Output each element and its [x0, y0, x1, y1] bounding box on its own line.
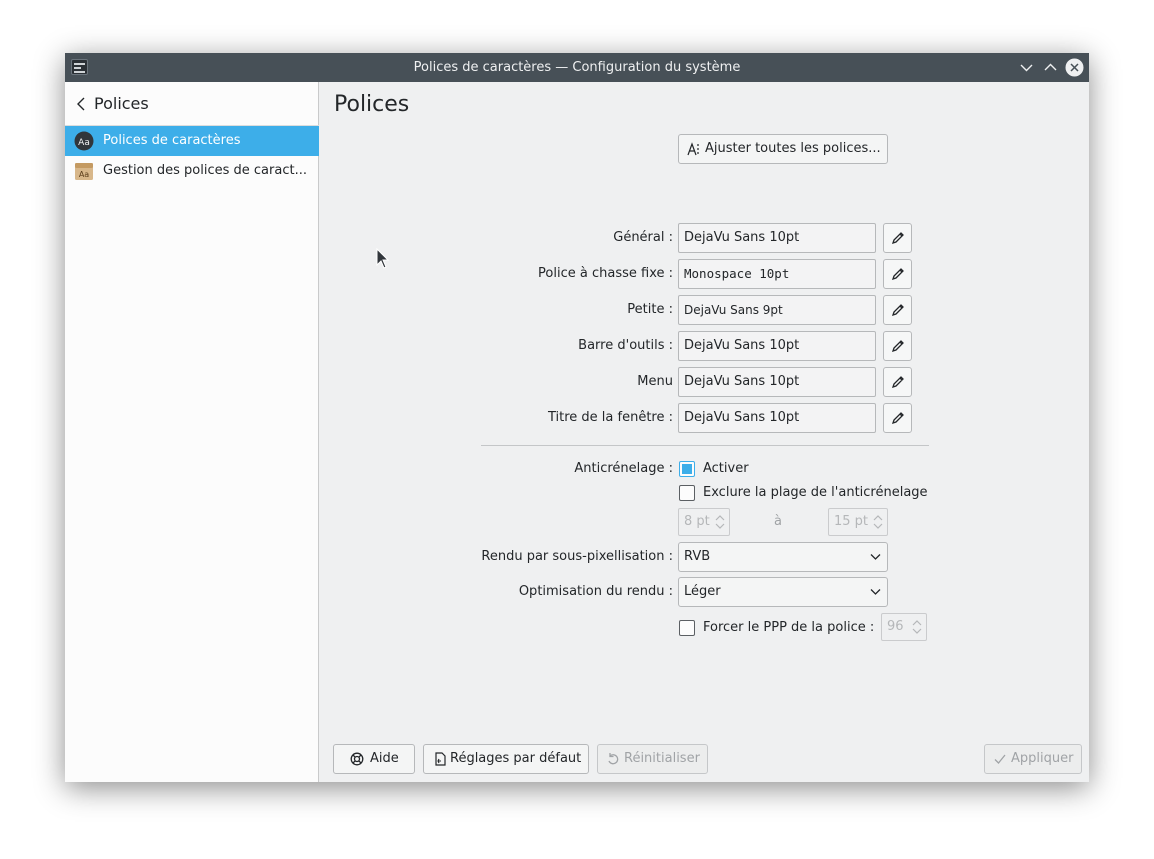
svg-text:Aa: Aa [79, 170, 89, 179]
antialiasing-enable-checkbox[interactable] [679, 461, 695, 477]
separator [481, 445, 929, 446]
sidebar-header[interactable]: Polices [65, 82, 319, 126]
lifebuoy-icon [350, 752, 364, 766]
spin-arrows-icon [912, 620, 922, 634]
pencil-icon [891, 304, 904, 317]
hinting-select[interactable]: Léger [678, 577, 888, 607]
exclude-range-label[interactable]: Exclure la plage de l'anticrénelage [703, 485, 928, 500]
adjust-all-fonts-button[interactable]: Ajuster toutes les polices... [678, 134, 888, 164]
chevron-down-icon [870, 554, 881, 560]
document-revert-icon [435, 752, 446, 766]
chevron-up-icon [1044, 63, 1057, 71]
window-title-font-field: DejaVu Sans 10pt [678, 403, 876, 433]
menu-font-label: Menu [637, 374, 673, 389]
chevron-down-icon [1020, 64, 1033, 72]
main-content: Polices Ajuster toutes les polices... Gé… [320, 82, 1089, 782]
antialiasing-enable-label[interactable]: Activer [703, 461, 749, 476]
small-font-label: Petite : [627, 302, 673, 317]
force-dpi-checkbox[interactable] [679, 620, 695, 636]
help-button[interactable]: Aide [333, 744, 415, 774]
window-title-font-edit-button[interactable] [883, 403, 912, 433]
range-from-spinbox[interactable]: 8 pt [678, 508, 730, 536]
small-font-edit-button[interactable] [883, 295, 912, 325]
font-adjust-icon [687, 142, 699, 156]
subpixel-select[interactable]: RVB [678, 542, 888, 572]
force-dpi-spinbox[interactable]: 96 [881, 613, 927, 641]
defaults-button[interactable]: Réglages par défaut [423, 744, 589, 774]
window-title: Polices de caractères — Configuration du… [413, 60, 741, 75]
close-button[interactable] [1065, 58, 1084, 77]
small-font-field: DejaVu Sans 9pt [678, 295, 876, 325]
toolbar-font-edit-button[interactable] [883, 331, 912, 361]
menu-font-edit-button[interactable] [883, 367, 912, 397]
general-font-field: DejaVu Sans 10pt [678, 223, 876, 253]
force-dpi-label[interactable]: Forcer le PPP de la police : [703, 620, 874, 635]
sidebar-item-label: Polices de caractères [103, 133, 241, 148]
range-to-spinbox[interactable]: 15 pt [828, 508, 888, 536]
general-font-label: Général : [613, 230, 673, 245]
checkmark-icon [994, 754, 1006, 764]
fixed-width-font-field: Monospace 10pt [678, 259, 876, 289]
general-font-edit-button[interactable] [883, 223, 912, 253]
spin-arrows-icon [715, 515, 725, 529]
exclude-range-checkbox[interactable] [679, 485, 695, 501]
chevron-down-icon [870, 589, 881, 595]
undo-icon [608, 753, 619, 765]
svg-text:Aa: Aa [78, 138, 90, 148]
sidebar: Polices Aa Polices de caractères Aa Gest… [65, 82, 319, 782]
chevron-left-icon[interactable] [75, 96, 87, 112]
sidebar-item-fonts[interactable]: Aa Polices de caractères [65, 126, 319, 156]
mouse-cursor-icon [376, 248, 390, 269]
sidebar-item-font-management[interactable]: Aa Gestion des polices de caract... [65, 156, 319, 186]
pencil-icon [891, 412, 904, 425]
minimize-button[interactable] [1017, 58, 1036, 77]
toolbar-font-field: DejaVu Sans 10pt [678, 331, 876, 361]
fixed-width-font-label: Police à chasse fixe : [538, 266, 673, 281]
pencil-icon [891, 232, 904, 245]
page-title: Polices [334, 92, 410, 117]
apply-button[interactable]: Appliquer [984, 744, 1082, 774]
reset-button[interactable]: Réinitialiser [597, 744, 708, 774]
maximize-button[interactable] [1041, 58, 1060, 77]
pencil-icon [891, 340, 904, 353]
pencil-icon [891, 268, 904, 281]
font-package-icon: Aa [75, 163, 93, 180]
close-icon [1065, 58, 1084, 77]
antialiasing-label: Anticrénelage : [574, 461, 673, 476]
title-bar[interactable]: Polices de caractères — Configuration du… [65, 53, 1089, 82]
hinting-label: Optimisation du rendu : [518, 584, 673, 599]
sidebar-item-label: Gestion des polices de caract... [103, 163, 307, 178]
range-to-label: à [774, 514, 782, 529]
fixed-width-font-edit-button[interactable] [883, 259, 912, 289]
subpixel-label: Rendu par sous-pixellisation : [481, 549, 673, 564]
window-title-font-label: Titre de la fenêtre : [547, 410, 673, 425]
sidebar-title: Polices [94, 94, 149, 113]
pencil-icon [891, 376, 904, 389]
font-aa-dark-icon: Aa [74, 131, 94, 151]
settings-window: Polices de caractères — Configuration du… [65, 53, 1089, 782]
menu-font-field: DejaVu Sans 10pt [678, 367, 876, 397]
spin-arrows-icon [873, 515, 883, 529]
toolbar-font-label: Barre d'outils : [578, 338, 673, 353]
